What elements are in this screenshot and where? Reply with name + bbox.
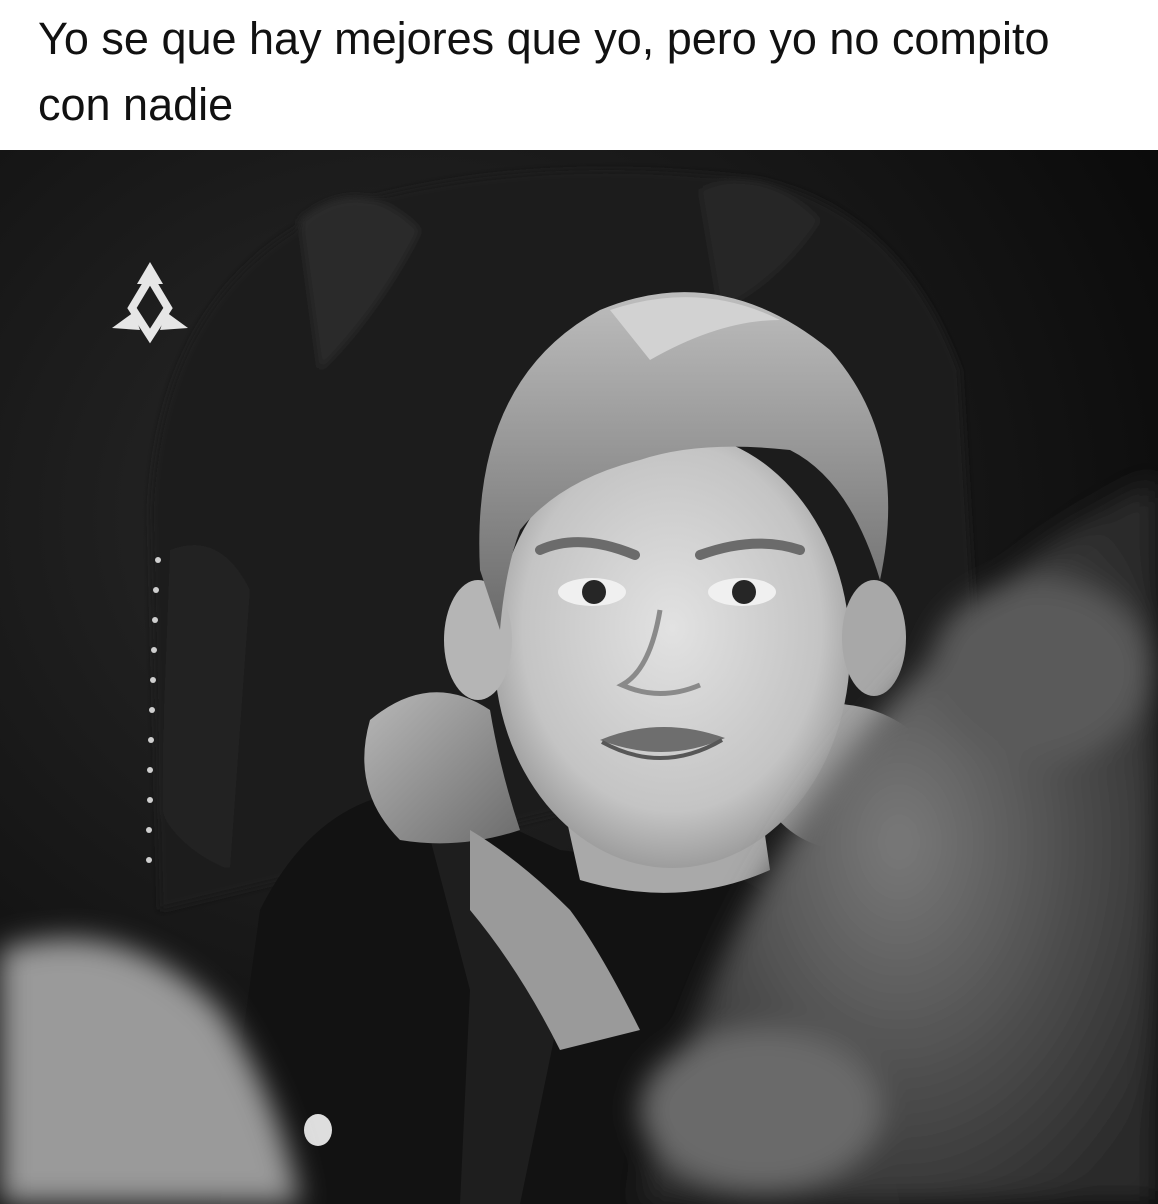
meme-caption: Yo se que hay mejores que yo, pero yo no… (38, 13, 1050, 130)
meme-photo (0, 150, 1158, 1204)
meme-caption-area: Yo se que hay mejores que yo, pero yo no… (0, 0, 1158, 150)
